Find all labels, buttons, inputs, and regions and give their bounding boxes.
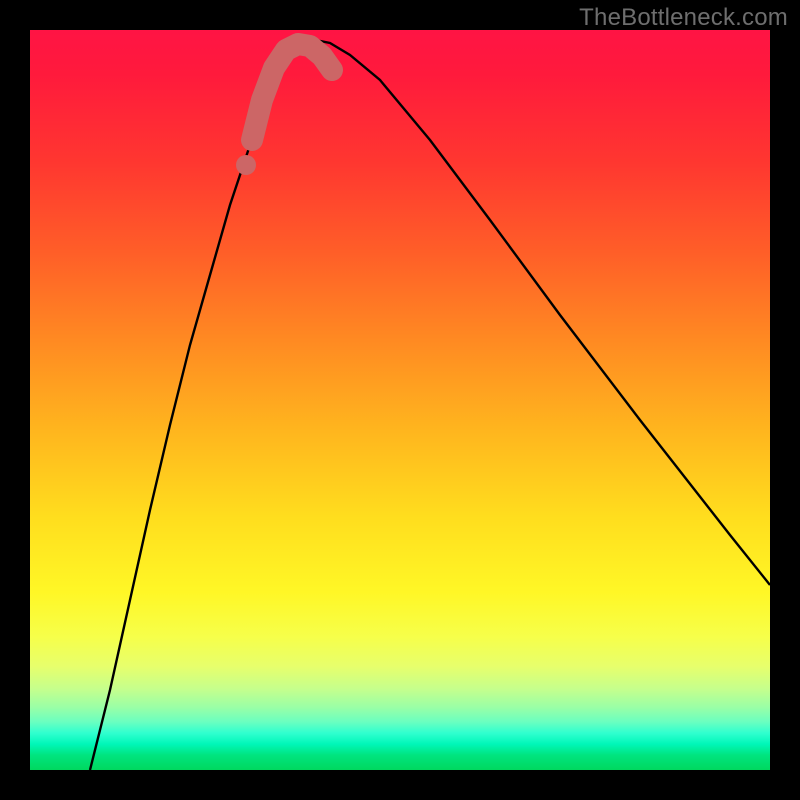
chart-frame bbox=[30, 30, 770, 770]
sweet-spot-marker bbox=[236, 155, 256, 175]
watermark-text: TheBottleneck.com bbox=[579, 4, 788, 32]
bottleneck-curve bbox=[90, 40, 770, 770]
bottleneck-curve-svg bbox=[30, 30, 770, 770]
sweet-spot-highlight bbox=[252, 44, 332, 140]
